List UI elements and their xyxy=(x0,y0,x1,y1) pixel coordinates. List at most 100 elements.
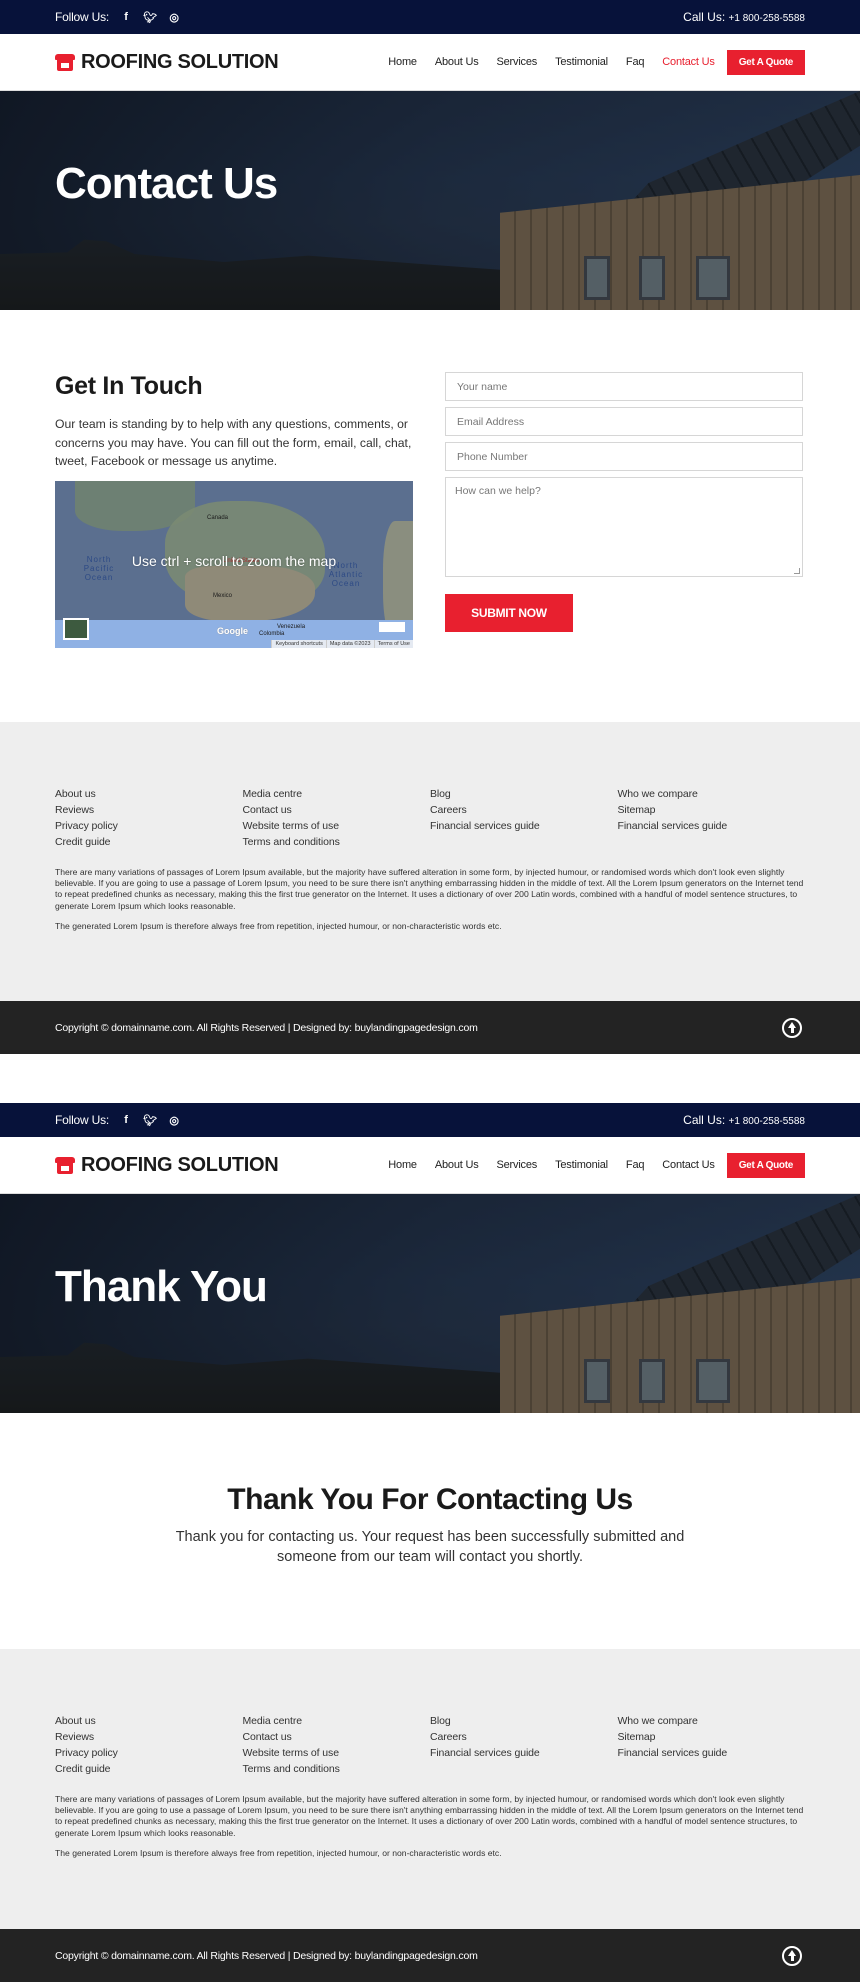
footer-link[interactable]: Terms and conditions xyxy=(243,1761,431,1777)
nav-home[interactable]: Home xyxy=(388,56,417,68)
phone-number[interactable]: +1 800-258-5588 xyxy=(729,13,805,24)
nav-contact-us[interactable]: Contact Us xyxy=(662,56,715,68)
nav-services[interactable]: Services xyxy=(497,56,538,68)
keyboard-shortcuts-link[interactable]: Keyboard shortcuts xyxy=(271,639,325,648)
footer-column: About us Reviews Privacy policy Credit g… xyxy=(55,786,243,850)
submit-button[interactable]: SUBMIT NOW xyxy=(445,594,573,632)
footer-link[interactable]: Website terms of use xyxy=(243,818,431,834)
footer-link[interactable]: Terms and conditions xyxy=(243,834,431,850)
footer-link[interactable]: Reviews xyxy=(55,802,243,818)
contact-info: Get In Touch Our team is standing by to … xyxy=(55,372,413,722)
top-bar: Follow Us: f 🐦︎ ◎ Call Us: +1 800-258-55… xyxy=(0,1103,860,1137)
footer-column: Blog Careers Financial services guide xyxy=(430,1713,618,1777)
twitter-icon[interactable]: 🐦︎ xyxy=(143,1114,157,1127)
footer-links-section: About us Reviews Privacy policy Credit g… xyxy=(0,722,860,1001)
copyright-bar: Copyright © domainname.com. All Rights R… xyxy=(0,1001,860,1054)
google-logo: Google xyxy=(217,625,248,636)
footer-link[interactable]: About us xyxy=(55,786,243,802)
map-zoom-control[interactable] xyxy=(379,621,405,632)
name-input[interactable]: Your name xyxy=(445,372,803,401)
footer-link[interactable]: Reviews xyxy=(55,1729,243,1745)
logo[interactable]: ROOFING SOLUTION xyxy=(55,51,279,74)
nav-about-us[interactable]: About Us xyxy=(435,56,479,68)
map-label: Mexico xyxy=(213,592,233,599)
phone-input[interactable]: Phone Number xyxy=(445,442,803,471)
facebook-icon[interactable]: f xyxy=(119,1114,133,1126)
map-label: Colombia xyxy=(259,630,285,637)
footer-link[interactable]: Sitemap xyxy=(618,802,806,818)
nav-testimonial[interactable]: Testimonial xyxy=(555,1159,608,1171)
terms-of-use-link[interactable]: Terms of Use xyxy=(373,639,413,648)
instagram-icon[interactable]: ◎ xyxy=(167,1114,181,1127)
footer-link[interactable]: Media centre xyxy=(243,786,431,802)
footer-link[interactable]: Who we compare xyxy=(618,786,806,802)
nav-testimonial[interactable]: Testimonial xyxy=(555,56,608,68)
scroll-to-top-icon[interactable] xyxy=(782,1017,802,1038)
embedded-map[interactable]: Canada United States Mexico North Pacifi… xyxy=(55,480,413,648)
phone-number[interactable]: +1 800-258-5588 xyxy=(729,1116,805,1127)
thank-you-message: Thank you for contacting us. Your reques… xyxy=(175,1529,685,1565)
footer-column: Media centre Contact us Website terms of… xyxy=(243,786,431,850)
nav-faq[interactable]: Faq xyxy=(626,56,645,68)
footer-paragraph: There are many variations of passages of… xyxy=(55,1794,804,1838)
footer-link[interactable]: Privacy policy xyxy=(55,1745,243,1761)
scroll-to-top-icon[interactable] xyxy=(782,1945,802,1966)
get-a-quote-button[interactable]: Get A Quote xyxy=(726,49,805,75)
map-satellite-toggle[interactable] xyxy=(63,617,89,640)
store-icon xyxy=(55,1156,75,1174)
hero-title: Contact Us xyxy=(55,159,278,208)
nav-home[interactable]: Home xyxy=(388,1159,417,1171)
hero-title: Thank You xyxy=(55,1262,268,1311)
footer-link[interactable]: Financial services guide xyxy=(430,1745,618,1761)
footer-links-section: About us Reviews Privacy policy Credit g… xyxy=(0,1649,860,1929)
footer-link[interactable]: Careers xyxy=(430,802,618,818)
footer-link[interactable]: Contact us xyxy=(243,802,431,818)
footer-link[interactable]: Media centre xyxy=(243,1713,431,1729)
follow-label: Follow Us: xyxy=(55,10,110,24)
nav-contact-us[interactable]: Contact Us xyxy=(662,1159,715,1171)
logo[interactable]: ROOFING SOLUTION xyxy=(55,1154,279,1177)
footer-link[interactable]: Financial services guide xyxy=(618,1745,806,1761)
footer-link[interactable]: Privacy policy xyxy=(55,818,243,834)
thank-you-section: Thank You For Contacting Us Thank you fo… xyxy=(0,1413,860,1649)
resize-handle[interactable] xyxy=(794,568,800,574)
footer-link[interactable]: Financial services guide xyxy=(618,818,806,834)
message-textarea[interactable]: How can we help? xyxy=(445,477,803,577)
footer-link[interactable]: Who we compare xyxy=(618,1713,806,1729)
footer-paragraph: The generated Lorem Ipsum is therefore a… xyxy=(55,1847,502,1858)
thank-you-heading: Thank You For Contacting Us xyxy=(227,1483,633,1516)
follow-us: Follow Us: f 🐦︎ ◎ xyxy=(55,1113,181,1127)
footer-link[interactable]: Careers xyxy=(430,1729,618,1745)
facebook-icon[interactable]: f xyxy=(119,11,133,23)
call-label: Call Us: xyxy=(683,10,726,24)
hero-banner: Thank You xyxy=(0,1194,860,1413)
twitter-icon[interactable]: 🐦︎ xyxy=(143,11,157,24)
footer-link[interactable]: About us xyxy=(55,1713,243,1729)
footer-column: About us Reviews Privacy policy Credit g… xyxy=(55,1713,243,1777)
footer-column: Blog Careers Financial services guide xyxy=(430,786,618,850)
page-separator xyxy=(0,1054,860,1103)
map-zoom-hint: Use ctrl + scroll to zoom the map xyxy=(131,552,337,569)
footer-link[interactable]: Credit guide xyxy=(55,1761,243,1777)
footer-link[interactable]: Financial services guide xyxy=(430,818,618,834)
main-nav: Home About Us Services Testimonial Faq C… xyxy=(388,49,805,75)
footer-link[interactable]: Contact us xyxy=(243,1729,431,1745)
nav-faq[interactable]: Faq xyxy=(626,1159,645,1171)
call-us: Call Us: +1 800-258-5588 xyxy=(683,10,805,24)
call-label: Call Us: xyxy=(683,1113,726,1127)
map-label: Venezuela xyxy=(277,623,306,630)
footer-text: There are many variations of passages of… xyxy=(55,867,805,932)
footer-link[interactable]: Blog xyxy=(430,1713,618,1729)
footer-link[interactable]: Credit guide xyxy=(55,834,243,850)
get-a-quote-button[interactable]: Get A Quote xyxy=(726,1152,805,1178)
nav-services[interactable]: Services xyxy=(497,1159,538,1171)
instagram-icon[interactable]: ◎ xyxy=(167,11,181,24)
map-label: Canada xyxy=(207,514,229,521)
footer-link[interactable]: Blog xyxy=(430,786,618,802)
nav-about-us[interactable]: About Us xyxy=(435,1159,479,1171)
footer-link[interactable]: Website terms of use xyxy=(243,1745,431,1761)
email-input[interactable]: Email Address xyxy=(445,407,803,436)
footer-link[interactable]: Sitemap xyxy=(618,1729,806,1745)
contact-description: Our team is standing by to help with any… xyxy=(55,417,412,468)
page-wrapper: Follow Us: f 🐦︎ ◎ Call Us: +1 800-258-55… xyxy=(0,0,860,1982)
